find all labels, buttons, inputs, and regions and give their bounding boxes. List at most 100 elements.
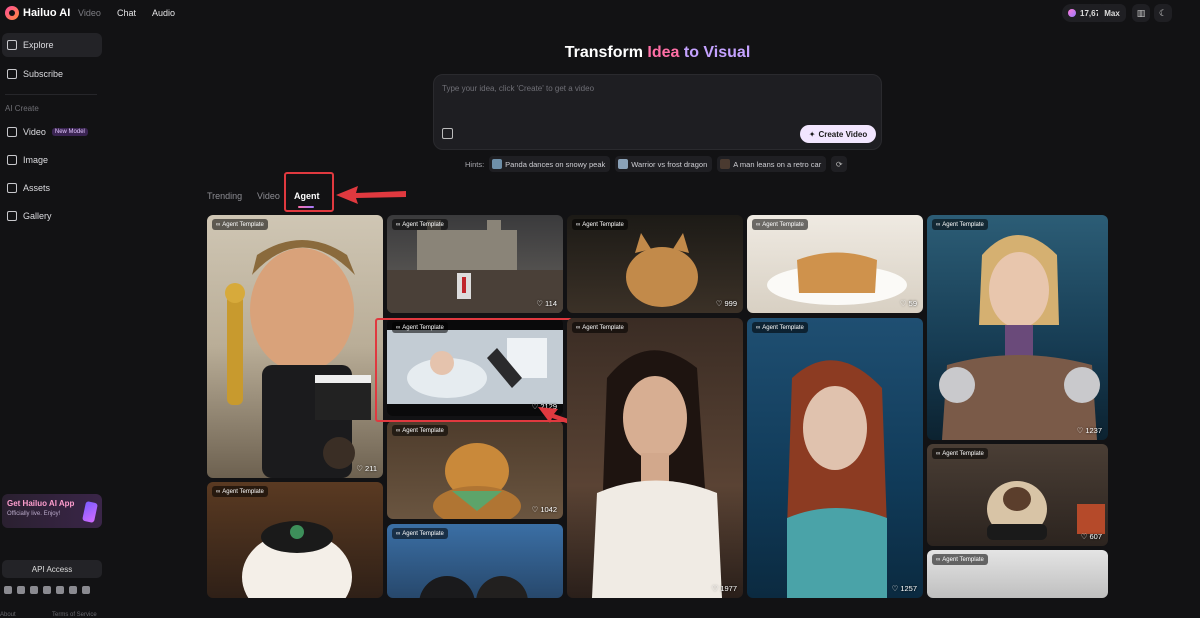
sidebar: Explore Subscribe AI Create Video New Mo… (0, 28, 106, 618)
android-woman-thumbnail (939, 235, 1100, 440)
new-model-badge: New Model (51, 128, 88, 136)
agent-template-badge: ∞ Agent Template (932, 219, 988, 230)
instagram-icon[interactable] (56, 586, 64, 594)
sidebar-divider (5, 94, 97, 95)
sidebar-item-subscribe[interactable]: Subscribe (2, 62, 102, 86)
template-card[interactable]: ∞ Agent Template ♡ 114 (387, 215, 563, 313)
template-card[interactable]: ∞ Agent Template ♡ 1237 (927, 215, 1108, 440)
phone-icon (82, 500, 98, 524)
tiktok-icon[interactable] (43, 586, 51, 594)
logo[interactable]: Hailuo AI (5, 6, 70, 20)
badge-label: Agent Template (402, 530, 444, 537)
title-visual: Visual (703, 44, 751, 61)
like-value: 607 (1089, 532, 1102, 541)
nav-chat[interactable]: Chat (117, 8, 136, 18)
template-card[interactable]: ∞ Agent Template ♡ 59 (747, 215, 923, 313)
badge-label: Agent Template (222, 221, 264, 228)
like-count[interactable]: ♡ 1042 (532, 505, 557, 514)
agent-template-badge: ∞ Agent Template (572, 322, 628, 333)
plan-badge[interactable]: Max (1098, 4, 1126, 22)
like-count[interactable]: ♡ 1237 (1077, 426, 1102, 435)
moon-icon[interactable]: ☾ (1154, 4, 1172, 22)
like-count[interactable]: ♡ 1257 (892, 584, 917, 593)
book-icon[interactable]: ▥ (1132, 4, 1150, 22)
like-count[interactable]: ♡ 211 (356, 464, 377, 473)
refresh-hints-icon[interactable]: ⟳ (831, 156, 848, 172)
linkedin-icon[interactable] (69, 586, 77, 594)
badge-label: Agent Template (402, 221, 444, 228)
template-card[interactable]: ∞ Agent Template (927, 550, 1108, 598)
badge-label: Agent Template (762, 324, 804, 331)
heart-icon: ♡ (899, 299, 907, 308)
app-card-title: Get Hailuo AI App (7, 499, 75, 508)
hint-chip[interactable]: Panda dances on snowy peak (489, 156, 611, 172)
template-card[interactable]: ∞ Agent Template ♡ 999 (567, 215, 743, 313)
badge-label: Agent Template (762, 221, 804, 228)
template-card[interactable]: ∞ Agent Template ♡ 211 (207, 215, 383, 478)
sidebar-item-label: Assets (23, 183, 51, 193)
hint-chip[interactable]: Warrior vs frost dragon (615, 156, 713, 172)
agent-icon: ∞ (396, 530, 401, 537)
template-card[interactable]: ∞ Agent Template ♡ 1257 (747, 318, 923, 598)
heart-icon: ♡ (891, 584, 899, 593)
hints-row: Hints: Panda dances on snowy peak Warrio… (465, 155, 848, 173)
agent-icon: ∞ (936, 221, 941, 228)
badge-label: Agent Template (942, 556, 984, 563)
sidebar-item-video[interactable]: Video New Model (2, 120, 102, 144)
nav-video[interactable]: Video (78, 8, 101, 18)
subscribe-icon (7, 69, 17, 79)
agent-template-badge: ∞ Agent Template (932, 448, 988, 459)
heart-icon: ♡ (531, 505, 539, 514)
title-to: to (679, 44, 704, 61)
footer-terms[interactable]: Terms of Service (52, 612, 97, 618)
tab-video[interactable]: Video (257, 191, 280, 201)
hint-thumbnail (720, 159, 731, 169)
like-count[interactable]: ♡ 999 (716, 299, 737, 308)
agent-icon: ∞ (756, 221, 761, 228)
sidebar-section-title: AI Create (5, 104, 39, 113)
mermaid-thumbnail (787, 360, 887, 598)
template-card[interactable]: ∞ Agent Template (387, 524, 563, 598)
hint-text: A man leans on a retro car (733, 159, 822, 169)
sidebar-item-image[interactable]: Image (2, 148, 102, 172)
x-icon[interactable] (17, 586, 25, 594)
template-card[interactable]: ∞ Agent Template ♡ 1977 (567, 318, 743, 598)
get-app-card[interactable]: Get Hailuo AI App Officially live. Enjoy… (2, 494, 102, 528)
agent-icon: ∞ (216, 488, 221, 495)
badge-label: Agent Template (582, 324, 624, 331)
youtube-icon[interactable] (30, 586, 38, 594)
video-icon (7, 127, 17, 137)
like-count[interactable]: ♡ 607 (1081, 532, 1102, 541)
tab-trending[interactable]: Trending (207, 191, 242, 201)
nav-audio[interactable]: Audio (152, 8, 175, 18)
sidebar-item-label: Video (23, 127, 46, 137)
api-access-button[interactable]: API Access (2, 560, 102, 578)
upload-image-icon[interactable] (442, 128, 453, 139)
heart-icon: ♡ (536, 299, 544, 308)
footer-about[interactable]: About (0, 612, 16, 618)
title-text: Transform (564, 44, 648, 61)
like-count[interactable]: ♡ 1977 (712, 584, 737, 593)
template-card[interactable]: ∞ Agent Template ♡ 1042 (387, 421, 563, 519)
prompt-input[interactable]: Type your idea, click 'Create' to get a … (433, 74, 882, 150)
template-card[interactable]: ∞ Agent Template (207, 482, 383, 598)
create-video-button[interactable]: ✦ Create Video (800, 125, 876, 143)
like-value: 999 (724, 299, 737, 308)
like-count[interactable]: ♡ 59 (900, 299, 917, 308)
gallery-icon (7, 211, 17, 221)
sparkle-icon: ✦ (808, 129, 816, 139)
heart-icon: ♡ (715, 299, 723, 308)
template-card[interactable]: ∞ Agent Template ♡ 607 (927, 444, 1108, 546)
hint-chip[interactable]: A man leans on a retro car (717, 156, 827, 172)
sidebar-item-gallery[interactable]: Gallery (2, 204, 102, 228)
badge-label: Agent Template (402, 427, 444, 434)
more-icon[interactable] (82, 586, 90, 594)
hint-thumbnail (492, 159, 503, 169)
like-count[interactable]: ♡ 114 (536, 299, 557, 308)
sidebar-item-assets[interactable]: Assets (2, 176, 102, 200)
agent-icon: ∞ (216, 221, 221, 228)
hint-text: Panda dances on snowy peak (505, 159, 606, 169)
badge-label: Agent Template (942, 221, 984, 228)
badge-label: Agent Template (222, 488, 264, 495)
discord-icon[interactable] (4, 586, 12, 594)
